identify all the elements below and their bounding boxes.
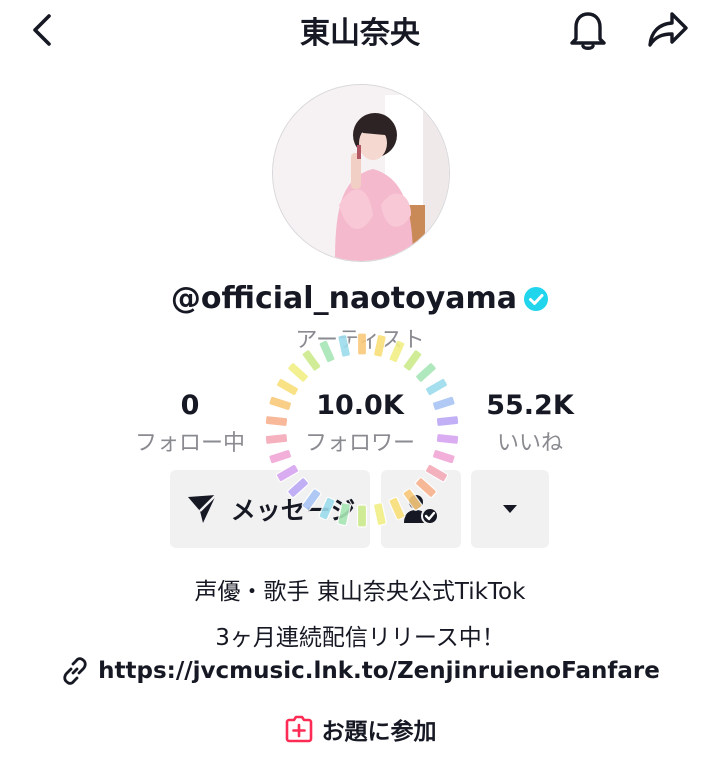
following-button[interactable] [381, 470, 461, 548]
share-button[interactable] [644, 8, 692, 52]
username: @official_naotoyama [0, 280, 720, 316]
followers-count: 10.0K [316, 390, 404, 421]
followers-label: フォロワー [304, 431, 415, 456]
share-arrow-icon [648, 12, 688, 47]
stat-likes[interactable]: 55.2K いいね [450, 390, 610, 457]
caret-down-icon [503, 505, 517, 513]
message-button[interactable]: メッセージ [170, 470, 370, 548]
bio-line-1: 声優・歌手 東山奈央公式TikTok [194, 579, 526, 605]
profile-category: アーティスト [295, 328, 425, 353]
notification-button[interactable] [566, 8, 610, 52]
spinner-segment [287, 361, 310, 383]
message-label: メッセージ [230, 496, 356, 525]
stat-following[interactable]: 0 フォロー中 [110, 390, 270, 457]
bio-link[interactable]: https://jvcmusic.lnk.to/ZenjinruienoFanf… [0, 656, 720, 686]
bell-icon [570, 12, 606, 50]
likes-count: 55.2K [486, 390, 574, 421]
username-text: @official_naotoyama [170, 281, 518, 316]
more-options-button[interactable] [471, 470, 549, 548]
send-icon [187, 494, 217, 523]
join-topic-button[interactable]: お題に参加 [0, 712, 720, 746]
add-topic-icon [285, 715, 312, 743]
page-title: 東山奈央 [300, 16, 420, 51]
following-count: 0 [180, 390, 200, 421]
likes-label: いいね [496, 431, 563, 456]
link-icon [63, 657, 87, 685]
spinner-segment [414, 361, 437, 383]
user-check-icon [404, 495, 439, 525]
join-topic-label: お題に参加 [321, 719, 437, 745]
following-label: フォロー中 [134, 431, 245, 456]
bio-link-text: https://jvcmusic.lnk.to/ZenjinruienoFanf… [98, 658, 660, 684]
avatar-photo [273, 85, 449, 261]
avatar[interactable] [272, 84, 450, 262]
stat-followers[interactable]: 10.0K フォロワー [280, 390, 440, 457]
bio-line-2: 3ヶ月連続配信リリース中！ [215, 625, 505, 651]
verified-badge-icon [524, 286, 549, 311]
